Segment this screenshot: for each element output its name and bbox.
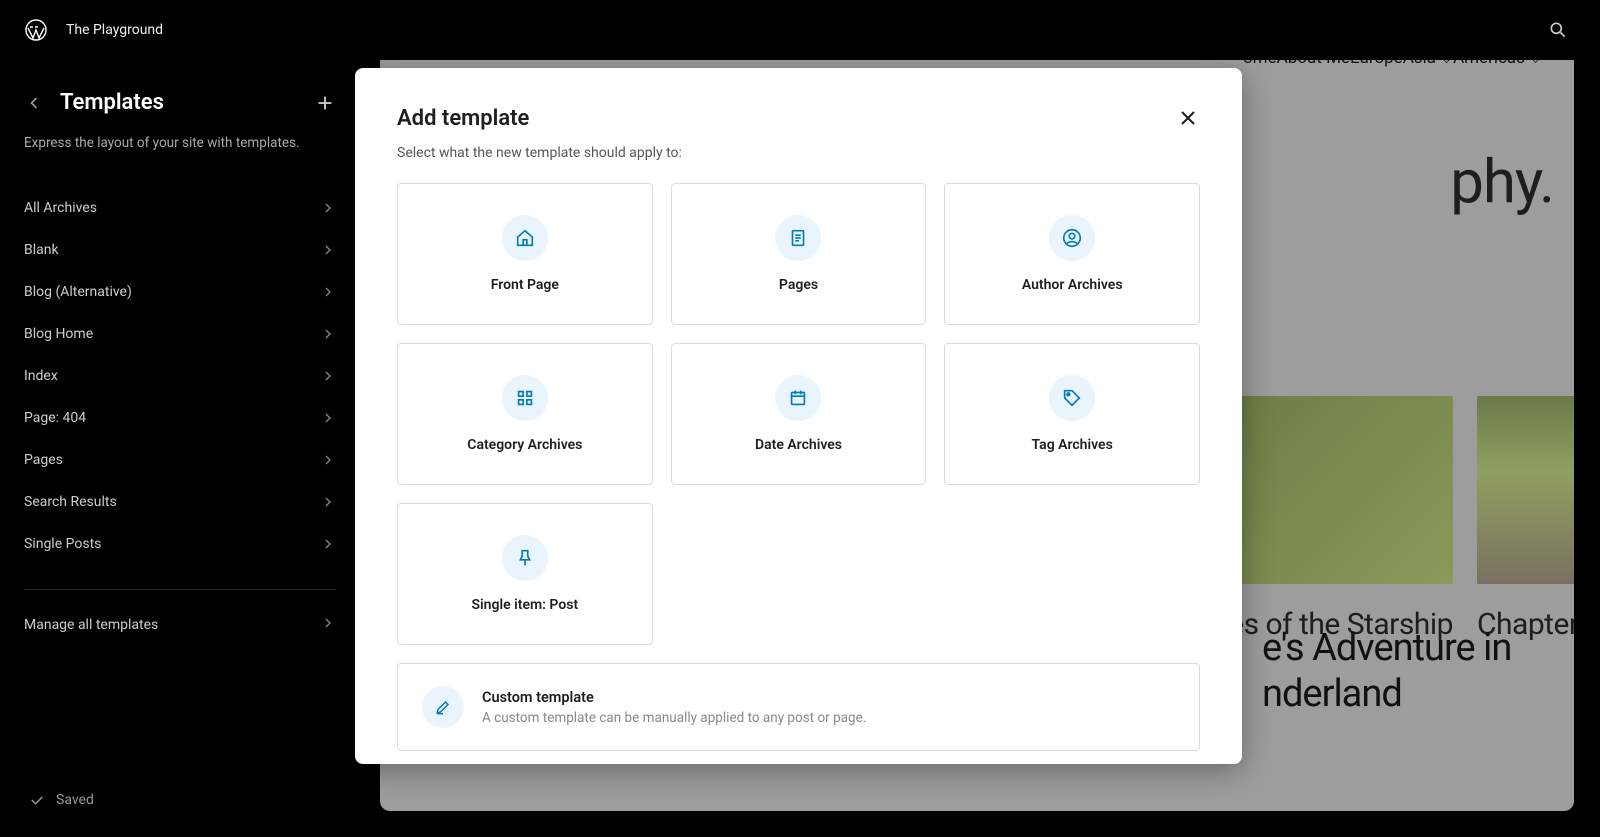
sidebar-item-blank[interactable]: Blank bbox=[24, 229, 336, 271]
sidebar-description: Express the layout of your site with tem… bbox=[24, 133, 336, 153]
search-icon[interactable] bbox=[1548, 20, 1568, 40]
manage-all-templates[interactable]: Manage all templates bbox=[24, 604, 336, 646]
saved-status: Saved bbox=[28, 791, 94, 809]
template-card-pages[interactable]: Pages bbox=[671, 183, 927, 325]
sidebar-item-blog-alternative[interactable]: Blog (Alternative) bbox=[24, 271, 336, 313]
add-template-modal: Add template Select what the new templat… bbox=[355, 68, 1242, 764]
admin-top-bar: The Playground bbox=[0, 0, 1600, 60]
sidebar-item-index[interactable]: Index bbox=[24, 355, 336, 397]
close-icon[interactable] bbox=[1176, 106, 1200, 130]
chevron-right-icon bbox=[320, 494, 336, 510]
tag-icon bbox=[1049, 375, 1095, 421]
chevron-right-icon bbox=[320, 326, 336, 342]
divider bbox=[24, 589, 336, 590]
template-card-date-archives[interactable]: Date Archives bbox=[671, 343, 927, 485]
preview-card: Chapter 1: Down the Rabbit-Hole Alice bbox=[1477, 396, 1574, 644]
add-template-icon[interactable] bbox=[314, 92, 336, 114]
sidebar-item-all-archives[interactable]: All Archives bbox=[24, 187, 336, 229]
modal-description: Select what the new template should appl… bbox=[397, 145, 1200, 161]
site-title[interactable]: The Playground bbox=[66, 22, 163, 38]
sidebar-title: Templates bbox=[60, 90, 164, 115]
wordpress-logo-icon[interactable] bbox=[24, 18, 48, 42]
template-card-front-page[interactable]: Front Page bbox=[397, 183, 653, 325]
author-icon bbox=[1049, 215, 1095, 261]
custom-template-desc: A custom template can be manually applie… bbox=[482, 710, 866, 726]
sidebar-item-single-posts[interactable]: Single Posts bbox=[24, 523, 336, 565]
chevron-right-icon bbox=[320, 410, 336, 426]
edit-icon bbox=[422, 686, 464, 728]
pin-icon bbox=[502, 535, 548, 581]
category-icon bbox=[502, 375, 548, 421]
chevron-right-icon bbox=[320, 452, 336, 468]
sidebar-item-search-results[interactable]: Search Results bbox=[24, 481, 336, 523]
custom-template-title: Custom template bbox=[482, 689, 866, 706]
chevron-right-icon bbox=[320, 200, 336, 216]
sidebar-item-page-404[interactable]: Page: 404 bbox=[24, 397, 336, 439]
preview-image bbox=[1477, 396, 1574, 584]
custom-template-card[interactable]: Custom template A custom template can be… bbox=[397, 663, 1200, 751]
preview-large-title: e's Adventure in nderland bbox=[1262, 626, 1542, 717]
template-list: All Archives Blank Blog (Alternative) Bl… bbox=[24, 187, 336, 565]
template-card-tag-archives[interactable]: Tag Archives bbox=[944, 343, 1200, 485]
back-icon[interactable] bbox=[24, 93, 44, 113]
sidebar-header: Templates bbox=[24, 90, 336, 115]
calendar-icon bbox=[775, 375, 821, 421]
template-card-category-archives[interactable]: Category Archives bbox=[397, 343, 653, 485]
home-icon bbox=[502, 215, 548, 261]
chevron-right-icon bbox=[320, 615, 336, 635]
sidebar-item-blog-home[interactable]: Blog Home bbox=[24, 313, 336, 355]
modal-title: Add template bbox=[397, 106, 529, 131]
page-icon bbox=[775, 215, 821, 261]
template-card-single-post[interactable]: Single item: Post bbox=[397, 503, 653, 645]
chevron-right-icon bbox=[320, 368, 336, 384]
sidebar-item-pages[interactable]: Pages bbox=[24, 439, 336, 481]
chevron-right-icon bbox=[320, 242, 336, 258]
template-card-author-archives[interactable]: Author Archives bbox=[944, 183, 1200, 325]
sidebar: Templates Express the layout of your sit… bbox=[0, 60, 360, 837]
chevron-right-icon bbox=[320, 284, 336, 300]
chevron-right-icon bbox=[320, 536, 336, 552]
